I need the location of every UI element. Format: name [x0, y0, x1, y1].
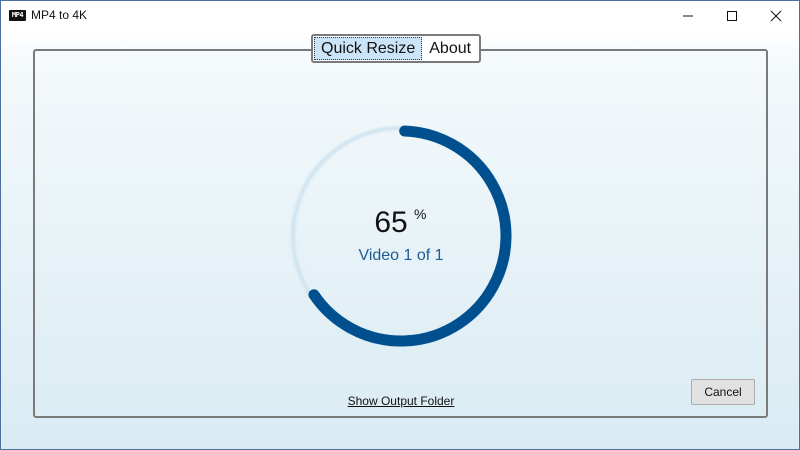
app-window: MP4 MP4 to 4K Quick Resize About 65 % Vi… — [0, 0, 800, 450]
show-output-folder-link[interactable]: Show Output Folder — [331, 394, 471, 408]
cancel-button[interactable]: Cancel — [691, 379, 755, 405]
progress-status-text: Video 1 of 1 — [358, 247, 444, 264]
progress-percent-value: 65 — [374, 206, 408, 239]
progress-percent-unit: % — [414, 206, 427, 222]
